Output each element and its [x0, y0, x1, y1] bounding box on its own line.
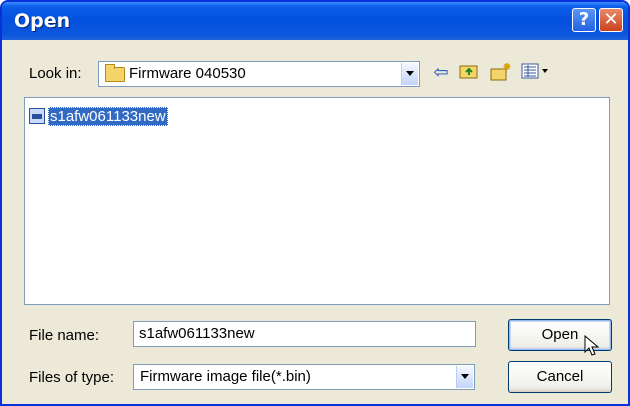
help-button[interactable]: ? — [572, 8, 596, 32]
open-button-label: Open — [541, 326, 579, 343]
cancel-button[interactable]: Cancel — [508, 361, 612, 393]
title-bar[interactable]: Open ? ✕ — [2, 2, 628, 40]
file-name-label: File name: — [29, 327, 100, 344]
look-in-select[interactable]: Firmware 040530 — [98, 61, 420, 87]
file-name-value: s1afw061133new — [139, 325, 255, 342]
look-in-value: Firmware 040530 — [129, 65, 246, 82]
file-name-label: s1afw061133new — [48, 106, 168, 126]
folder-icon — [105, 64, 125, 82]
bin-file-icon — [29, 108, 45, 124]
up-folder-icon[interactable] — [458, 62, 480, 84]
close-button[interactable]: ✕ — [599, 8, 623, 32]
chevron-down-icon[interactable] — [401, 63, 418, 85]
new-folder-icon[interactable] — [490, 62, 512, 84]
file-type-value: Firmware image file(*.bin) — [140, 368, 311, 385]
open-dialog: Open ? ✕ Look in: Firmware 040530 ⇦ s1af… — [0, 0, 630, 406]
look-in-label: Look in: — [29, 65, 82, 82]
dialog-title: Open — [14, 10, 71, 32]
help-icon: ? — [578, 9, 590, 30]
file-name-input[interactable]: s1afw061133new — [133, 321, 476, 347]
file-type-label: Files of type: — [29, 369, 115, 386]
chevron-down-icon[interactable] — [456, 366, 473, 388]
close-icon: ✕ — [603, 9, 619, 30]
back-arrow-icon[interactable]: ⇦ — [430, 62, 452, 84]
file-type-select[interactable]: Firmware image file(*.bin) — [133, 364, 475, 390]
view-menu-icon[interactable] — [520, 62, 554, 84]
cancel-button-label: Cancel — [536, 368, 584, 385]
mouse-pointer-icon — [584, 335, 600, 356]
file-list[interactable]: s1afw061133new — [24, 97, 610, 305]
list-item[interactable]: s1afw061133new — [29, 105, 168, 127]
